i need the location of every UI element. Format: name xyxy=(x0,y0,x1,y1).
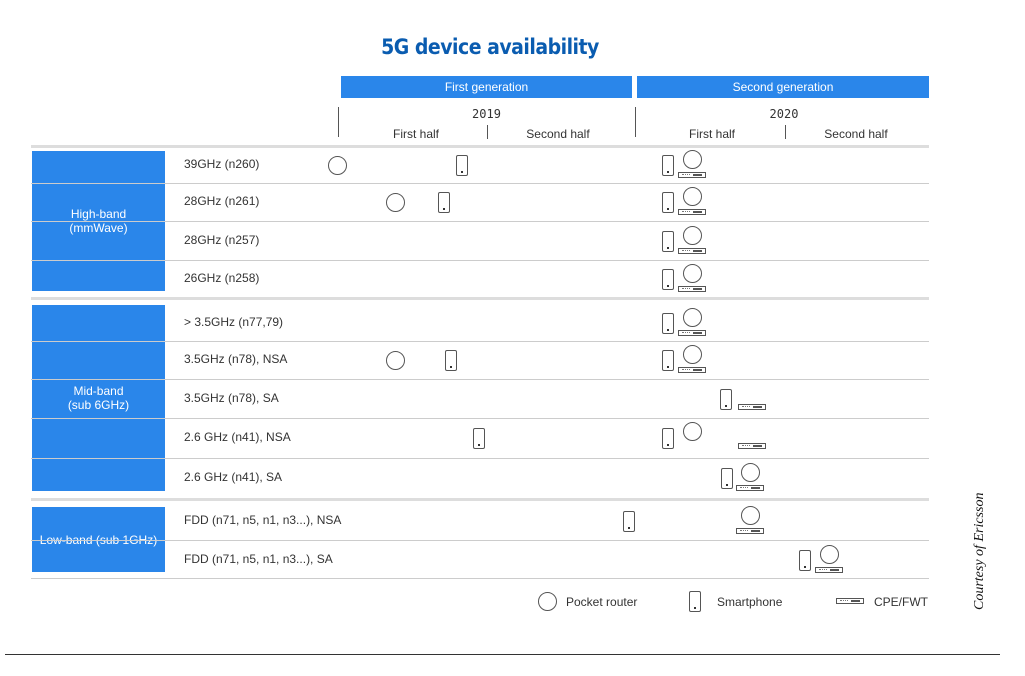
year-2019: 2019 xyxy=(472,107,501,121)
smartphone-icon xyxy=(623,510,635,532)
row-label: 28GHz (n261) xyxy=(184,194,260,208)
smartphone-icon xyxy=(721,467,733,489)
smartphone-icon xyxy=(662,191,674,213)
cpe-fwt-icon xyxy=(678,286,706,292)
row-label: 3.5GHz (n78), NSA xyxy=(184,352,288,366)
smartphone-icon xyxy=(662,427,674,449)
cpe-fwt-icon xyxy=(836,598,864,604)
half-label: Second half xyxy=(526,127,590,141)
pocket-router-icon xyxy=(682,149,702,169)
row-label: 3.5GHz (n78), SA xyxy=(184,391,279,405)
smartphone-icon xyxy=(799,549,811,571)
smartphone-icon xyxy=(720,388,732,410)
cpe-fwt-icon xyxy=(738,404,766,410)
second-generation-header: Second generation xyxy=(637,76,929,98)
pocket-router-icon xyxy=(682,421,702,441)
row-label: FDD (n71, n5, n1, n3...), NSA xyxy=(184,513,342,527)
row-label: > 3.5GHz (n77,79) xyxy=(184,315,284,329)
pocket-router-icon xyxy=(385,350,405,370)
cpe-fwt-icon xyxy=(738,443,766,449)
row-divider xyxy=(31,498,929,501)
half-label: First half xyxy=(688,127,735,141)
row-divider xyxy=(31,418,929,419)
pocket-router-icon xyxy=(682,344,702,364)
row-label: 2.6 GHz (n41), NSA xyxy=(184,430,291,444)
row-label: 28GHz (n257) xyxy=(184,233,260,247)
pocket-router-icon xyxy=(819,544,839,564)
first-generation-header: First generation xyxy=(341,76,632,98)
cpe-fwt-icon xyxy=(678,248,706,254)
row-divider xyxy=(31,578,929,579)
pocket-router-icon xyxy=(327,155,347,175)
row-label: 26GHz (n258) xyxy=(184,271,260,285)
smartphone-icon xyxy=(662,268,674,290)
year-2020: 2020 xyxy=(769,107,799,121)
row-divider xyxy=(31,221,929,222)
row-divider xyxy=(31,260,929,261)
smartphone-icon xyxy=(662,312,674,334)
row-label: FDD (n71, n5, n1, n3...), SA xyxy=(184,552,333,566)
pocket-router-icon xyxy=(385,192,405,212)
courtesy-credit: Courtesy of Ericsson xyxy=(972,492,987,610)
pocket-router-icon xyxy=(740,505,760,525)
smartphone-icon xyxy=(445,349,457,371)
smartphone-icon xyxy=(662,230,674,252)
pocket-router-icon xyxy=(682,186,702,206)
smartphone-icon xyxy=(456,154,468,176)
row-divider xyxy=(31,379,929,380)
cpe-fwt-icon xyxy=(678,172,706,178)
divider xyxy=(785,125,786,139)
band-label: Mid-band (sub 6GHz) xyxy=(67,384,130,412)
row-divider xyxy=(31,540,929,541)
pocket-router-icon xyxy=(740,462,760,482)
divider xyxy=(487,125,488,139)
half-label: Second half xyxy=(824,127,888,141)
cpe-fwt-icon xyxy=(815,567,843,573)
cpe-fwt-icon xyxy=(678,330,706,336)
band-mid: Mid-band (sub 6GHz) xyxy=(32,305,165,491)
smartphone-icon xyxy=(662,154,674,176)
row-divider xyxy=(31,145,929,148)
pocket-router-icon xyxy=(538,592,557,611)
row-label: 2.6 GHz (n41), SA xyxy=(184,470,283,484)
legend-label: CPE/FWT xyxy=(874,595,928,609)
legend-label: Smartphone xyxy=(717,595,783,609)
cpe-fwt-icon xyxy=(736,528,764,534)
cpe-fwt-icon xyxy=(678,209,706,215)
pocket-router-icon xyxy=(682,307,702,327)
pocket-router-icon xyxy=(682,225,702,245)
cpe-fwt-icon xyxy=(736,485,764,491)
divider xyxy=(5,654,1000,655)
row-divider xyxy=(31,183,929,184)
smartphone-icon xyxy=(662,349,674,371)
legend-label: Pocket router xyxy=(566,595,638,609)
smartphone-icon xyxy=(473,427,485,449)
row-label: 39GHz (n260) xyxy=(184,157,260,171)
chart-title: 5G device availability xyxy=(381,35,599,59)
row-divider xyxy=(31,297,929,300)
row-divider xyxy=(31,341,929,342)
smartphone-icon xyxy=(689,591,701,612)
smartphone-icon xyxy=(438,191,450,213)
half-label: First half xyxy=(392,127,439,141)
pocket-router-icon xyxy=(682,263,702,283)
row-divider xyxy=(31,458,929,459)
cpe-fwt-icon xyxy=(678,367,706,373)
